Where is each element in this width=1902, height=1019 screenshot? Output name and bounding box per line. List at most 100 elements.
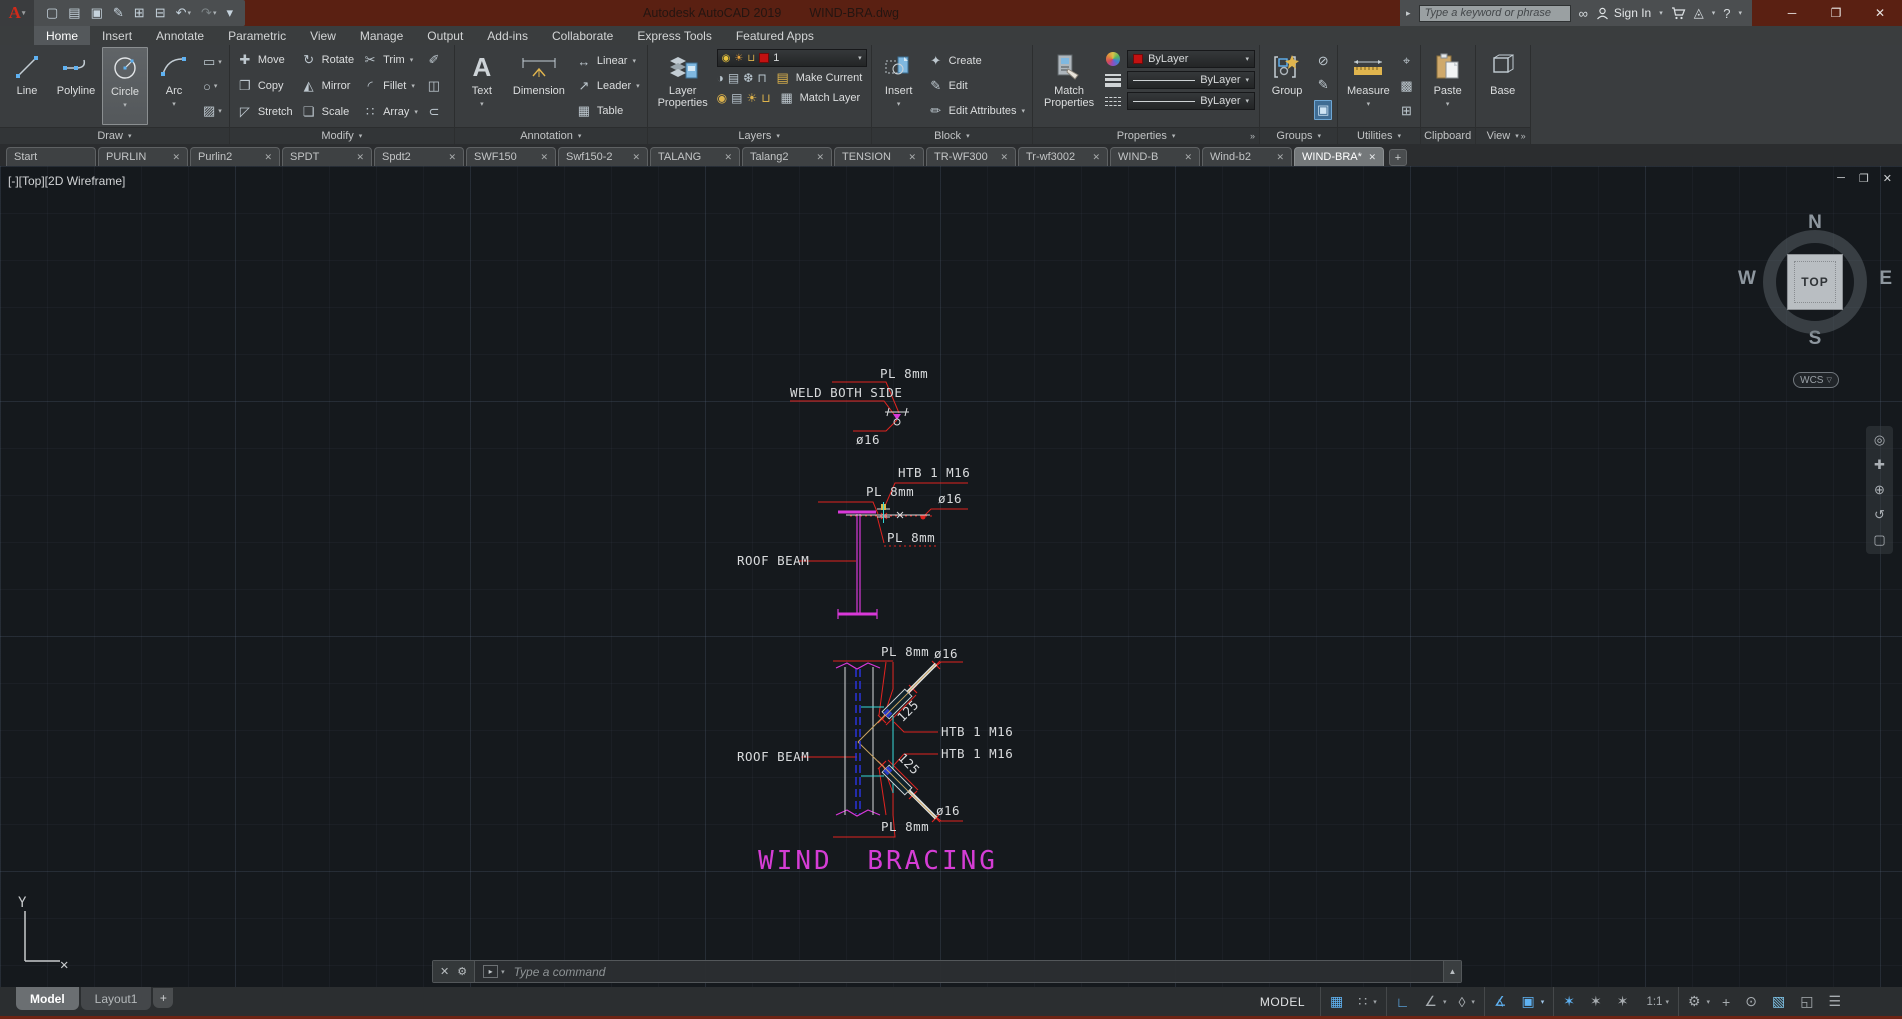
orbit-icon[interactable]: ↺ xyxy=(1874,507,1885,523)
new-tab-button[interactable]: + xyxy=(1389,149,1407,166)
graphics-performance-toggle[interactable]: ▧ xyxy=(1766,987,1794,1016)
layer-unisolate-icon[interactable]: ▤ xyxy=(731,91,742,105)
infocenter-collapse-icon[interactable]: ▸ xyxy=(1406,8,1411,19)
file-tab[interactable]: Purlin2 ✕ xyxy=(190,147,280,166)
lineweight-icon[interactable] xyxy=(1104,73,1122,87)
linetype-icon[interactable] xyxy=(1104,96,1122,106)
group-selection-icon[interactable]: ▣ xyxy=(1314,100,1333,120)
base-button[interactable]: Base xyxy=(1480,47,1526,125)
panel-expand-icon[interactable]: » xyxy=(1521,131,1526,141)
file-tab[interactable]: SPDT ✕ xyxy=(282,147,372,166)
file-tab[interactable]: Wind-b2 ✕ xyxy=(1202,147,1292,166)
osnap-tracking-toggle[interactable]: ∡ xyxy=(1488,987,1516,1016)
chevron-down-icon[interactable]: ▾ xyxy=(1712,9,1716,17)
close-icon[interactable]: ✕ xyxy=(440,965,449,978)
close-tab-icon[interactable]: ✕ xyxy=(1276,152,1284,163)
leader-button[interactable]: ↗ Leader ▾ xyxy=(573,74,643,98)
stretch-button[interactable]: ◸ Stretch xyxy=(234,99,296,124)
panel-label-block[interactable]: Block ▾ xyxy=(871,127,1033,144)
search-input[interactable] xyxy=(1418,4,1571,22)
tab-view[interactable]: View xyxy=(298,26,348,45)
tab-insert[interactable]: Insert xyxy=(90,26,144,45)
close-tab-icon[interactable]: ✕ xyxy=(816,152,824,163)
line-button[interactable]: Line xyxy=(4,47,50,125)
chevron-down-icon[interactable]: ▾ xyxy=(1738,9,1742,17)
arc-button[interactable]: Arc ▾ xyxy=(151,47,197,125)
panel-label-annotation[interactable]: Annotation ▾ xyxy=(454,127,647,144)
rotate-button[interactable]: ↻ Rotate xyxy=(298,47,357,72)
zoom-icon[interactable]: ⊕ xyxy=(1874,482,1885,498)
panel-label-clipboard[interactable]: Clipboard xyxy=(1420,127,1475,144)
layer-isolate-icon[interactable]: ▤ xyxy=(728,71,739,85)
close-tab-icon[interactable]: ✕ xyxy=(356,152,364,163)
object-snap-toggle[interactable]: ▣ ▾ xyxy=(1516,987,1551,1016)
search-icon[interactable]: ∞ xyxy=(1579,6,1588,21)
close-button[interactable]: ✕ xyxy=(1858,0,1902,26)
panel-label-layers[interactable]: Layers ▾ xyxy=(647,127,871,144)
linear-dimension-button[interactable]: ↔ Linear ▾ xyxy=(573,49,643,73)
qat-save-icon[interactable]: ▣ xyxy=(87,5,107,21)
file-tab[interactable]: TR-WF300 ✕ xyxy=(926,147,1016,166)
ungroup-icon[interactable]: ⊘ xyxy=(1316,52,1331,70)
panel-label-draw[interactable]: Draw ▾ xyxy=(0,127,229,144)
color-wheel-icon[interactable] xyxy=(1104,52,1122,66)
close-tab-icon[interactable]: ✕ xyxy=(264,152,272,163)
maximize-button[interactable]: ❐ xyxy=(1814,0,1858,26)
file-tab[interactable]: PURLIN ✕ xyxy=(98,147,188,166)
rectangle-tool-icon[interactable]: ▭ ▾ xyxy=(200,53,225,71)
layout1-tab[interactable]: Layout1 xyxy=(80,987,152,1010)
panel-label-groups[interactable]: Groups ▾ xyxy=(1260,127,1338,144)
panel-expand-icon[interactable]: » xyxy=(1250,131,1255,141)
layer-unlock-icon[interactable]: ⊔ xyxy=(761,91,770,105)
minimize-button[interactable]: ─ xyxy=(1770,0,1814,26)
ellipse-tool-icon[interactable]: ○ ▾ xyxy=(200,78,225,95)
qat-new-icon[interactable]: ▢ xyxy=(42,5,62,21)
sign-in-button[interactable]: Sign In xyxy=(1596,6,1651,20)
isometric-drafting-toggle[interactable]: ◊ ▾ xyxy=(1453,987,1481,1016)
ortho-mode-toggle[interactable]: ∟ xyxy=(1390,987,1419,1016)
panel-label-utilities[interactable]: Utilities ▾ xyxy=(1338,127,1420,144)
close-tab-icon[interactable]: ✕ xyxy=(1368,152,1376,163)
group-button[interactable]: Group xyxy=(1264,47,1310,125)
autodesk-360-icon[interactable]: ◬ xyxy=(1694,5,1704,21)
mirror-button[interactable]: ◭ Mirror xyxy=(298,73,357,98)
tab-express-tools[interactable]: Express Tools xyxy=(625,26,723,45)
annotation-autoscale-toggle[interactable]: ✶ xyxy=(1584,987,1611,1016)
file-tab[interactable]: SWF150 ✕ xyxy=(466,147,556,166)
dimension-button[interactable]: Dimension xyxy=(508,47,570,125)
clean-screen-toggle[interactable]: ◱ xyxy=(1794,987,1822,1016)
polar-tracking-toggle[interactable]: ∠ ▾ xyxy=(1418,987,1452,1016)
scale-button[interactable]: ❏ Scale xyxy=(298,99,357,124)
command-history-icon[interactable]: ▲ xyxy=(1443,961,1461,982)
layer-select-dropdown[interactable]: ◉ ☀ ⊔ 1 ▾ xyxy=(716,49,867,67)
qat-print-icon[interactable]: ⊟ xyxy=(151,5,170,21)
file-tab[interactable]: WIND-B ✕ xyxy=(1110,147,1200,166)
file-tab[interactable]: TALANG ✕ xyxy=(650,147,740,166)
app-store-cart-icon[interactable] xyxy=(1671,6,1686,20)
create-block-button[interactable]: ✦ Create xyxy=(925,49,1028,73)
qat-save-as-icon[interactable]: ✎ xyxy=(109,5,128,21)
viewcube-west[interactable]: W xyxy=(1738,268,1756,290)
snap-mode-toggle[interactable]: ∷ ▾ xyxy=(1352,987,1382,1016)
annotation-scale-value[interactable]: 1:1 ▾ xyxy=(1637,987,1675,1016)
command-prompt-icon[interactable]: ▸ xyxy=(483,965,499,978)
offset-button[interactable]: ⊂ xyxy=(423,99,450,124)
close-tab-icon[interactable]: ✕ xyxy=(1092,152,1100,163)
close-tab-icon[interactable]: ✕ xyxy=(172,152,180,163)
edit-attributes-button[interactable]: ✏ Edit Attributes ▾ xyxy=(925,99,1028,123)
make-current-button[interactable]: ▤ Make Current xyxy=(772,69,866,87)
tab-parametric[interactable]: Parametric xyxy=(216,26,298,45)
file-tab[interactable]: Tr-wf3002 ✕ xyxy=(1018,147,1108,166)
qat-customize-icon[interactable]: ▾ xyxy=(222,5,237,21)
layer-off-icon[interactable]: ◑ xyxy=(717,71,724,85)
file-tab[interactable]: Spdt2 ✕ xyxy=(374,147,464,166)
copy-button[interactable]: ❐ Copy xyxy=(234,73,296,98)
annotation-visibility-toggle[interactable]: ✶ xyxy=(1557,987,1584,1016)
quick-select-icon[interactable]: ⌖ xyxy=(1401,52,1412,70)
tab-collaborate[interactable]: Collaborate xyxy=(540,26,625,45)
qat-undo-icon[interactable]: ↶ ▾ xyxy=(172,5,195,21)
tab-addins[interactable]: Add-ins xyxy=(475,26,540,45)
customization-menu[interactable]: ☰ xyxy=(1822,987,1850,1016)
circle-button[interactable]: Circle ▾ xyxy=(102,47,148,125)
panel-label-modify[interactable]: Modify ▾ xyxy=(229,127,454,144)
